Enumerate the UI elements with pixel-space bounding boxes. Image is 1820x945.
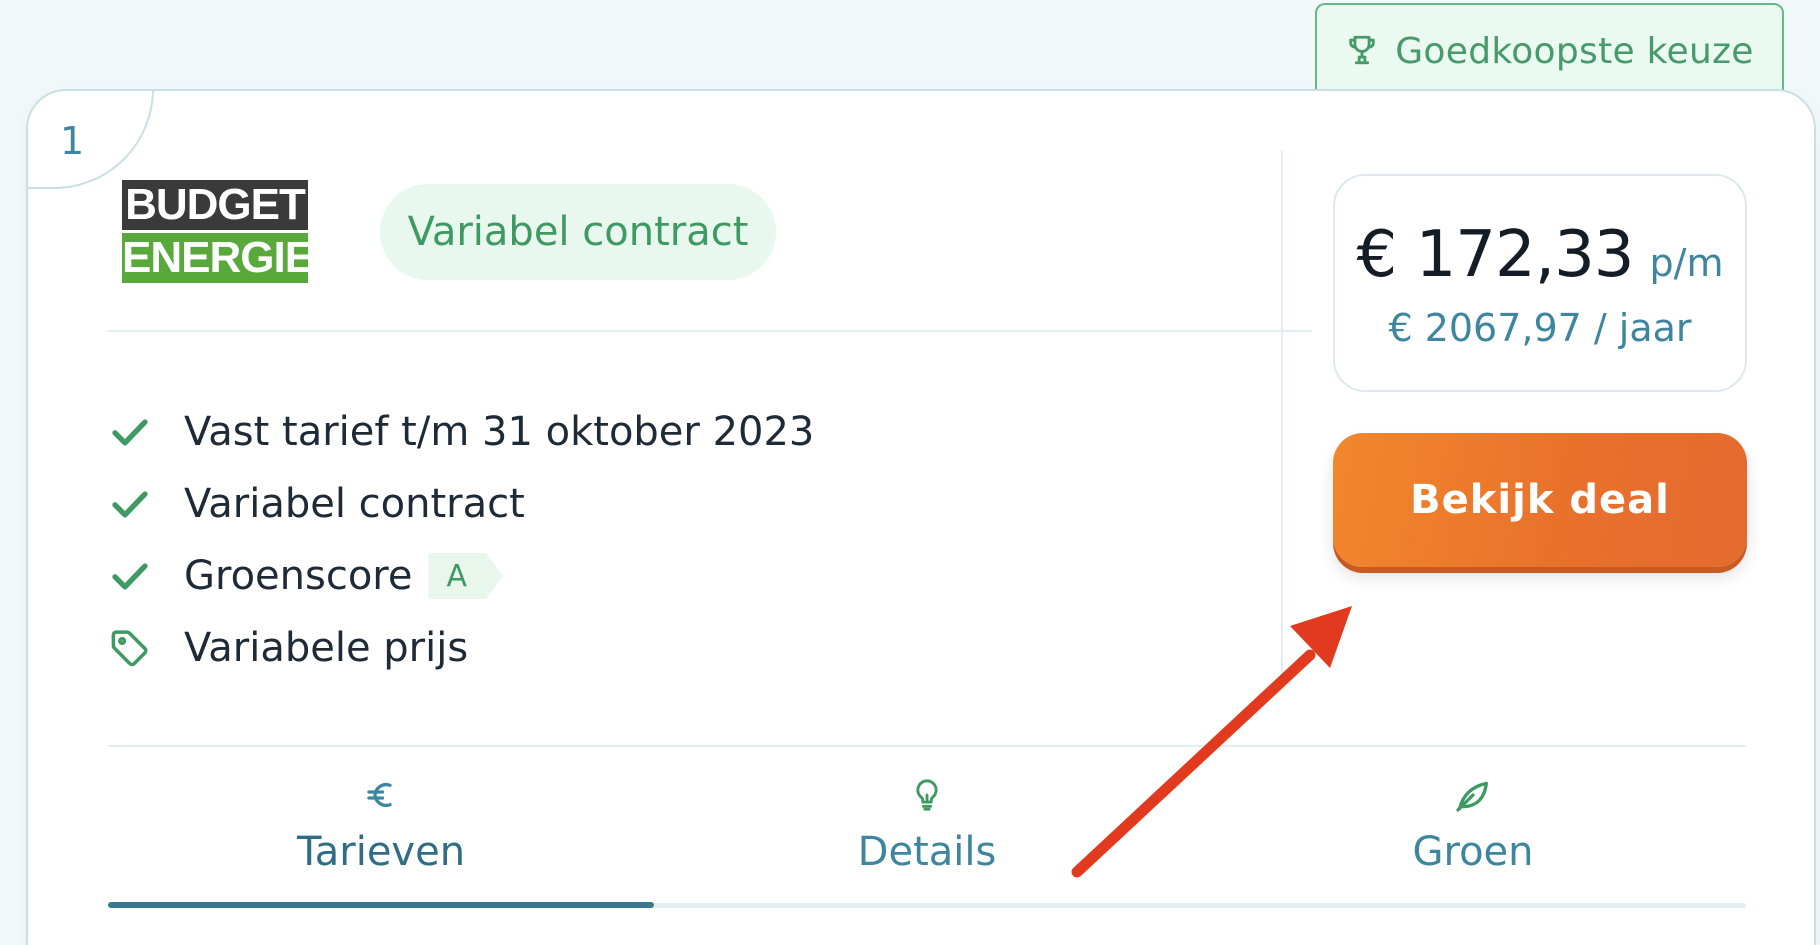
euro-icon — [363, 771, 399, 819]
price-tag-icon — [108, 626, 152, 670]
yearly-price: € 2067,97 / jaar — [1388, 306, 1692, 350]
monthly-price-unit: p/m — [1649, 241, 1724, 285]
feature-label: Groenscore — [184, 553, 413, 599]
feature-label: Variabel contract — [184, 481, 525, 527]
check-icon — [108, 410, 152, 454]
deal-card: 1 BUDGET ENERGIE Variabel contract Vast … — [26, 89, 1816, 945]
view-deal-button[interactable]: Bekijk deal — [1333, 433, 1747, 567]
monthly-price-value: € 172,33 — [1356, 218, 1635, 292]
contract-type-pill: Variabel contract — [380, 184, 776, 280]
detail-tabs: Tarieven Details Groen — [108, 771, 1746, 899]
feature-item: Groenscore A — [108, 540, 814, 612]
tab-tarieven[interactable]: Tarieven — [108, 771, 654, 899]
divider — [108, 745, 1746, 747]
divider — [1281, 151, 1283, 679]
tab-active-indicator — [108, 902, 654, 908]
tab-label: Details — [857, 829, 997, 875]
provider-logo-line1: BUDGET — [122, 180, 308, 230]
divider — [108, 330, 1312, 332]
tab-details[interactable]: Details — [654, 771, 1200, 899]
rank-number: 1 — [26, 89, 154, 189]
monthly-price: € 172,33 p/m — [1335, 218, 1745, 292]
page: Goedkoopste keuze 1 BUDGET ENERGIE Varia… — [0, 0, 1820, 945]
check-icon — [108, 554, 152, 598]
badge-label: Goedkoopste keuze — [1395, 31, 1754, 72]
provider-logo-line2: ENERGIE — [122, 233, 314, 283]
feature-item: Variabel contract — [108, 468, 814, 540]
price-box: € 172,33 p/m € 2067,97 / jaar — [1333, 174, 1747, 392]
green-score-tag: A — [428, 553, 503, 599]
feature-label: Variabele prijs — [184, 625, 469, 671]
feature-list: Vast tarief t/m 31 oktober 2023 Variabel… — [108, 396, 814, 684]
feature-label: Vast tarief t/m 31 oktober 2023 — [184, 409, 815, 455]
tab-label: Groen — [1412, 829, 1534, 875]
tab-label: Tarieven — [296, 829, 466, 875]
leaf-icon — [1453, 771, 1493, 819]
cheapest-choice-badge: Goedkoopste keuze — [1315, 3, 1784, 103]
feature-item: Vast tarief t/m 31 oktober 2023 — [108, 396, 814, 468]
lightbulb-icon — [910, 771, 944, 819]
trophy-icon — [1349, 35, 1375, 65]
provider-logo: BUDGET ENERGIE — [122, 180, 314, 283]
check-icon — [108, 482, 152, 526]
tab-groen[interactable]: Groen — [1200, 771, 1746, 899]
feature-item: Variabele prijs — [108, 612, 814, 684]
